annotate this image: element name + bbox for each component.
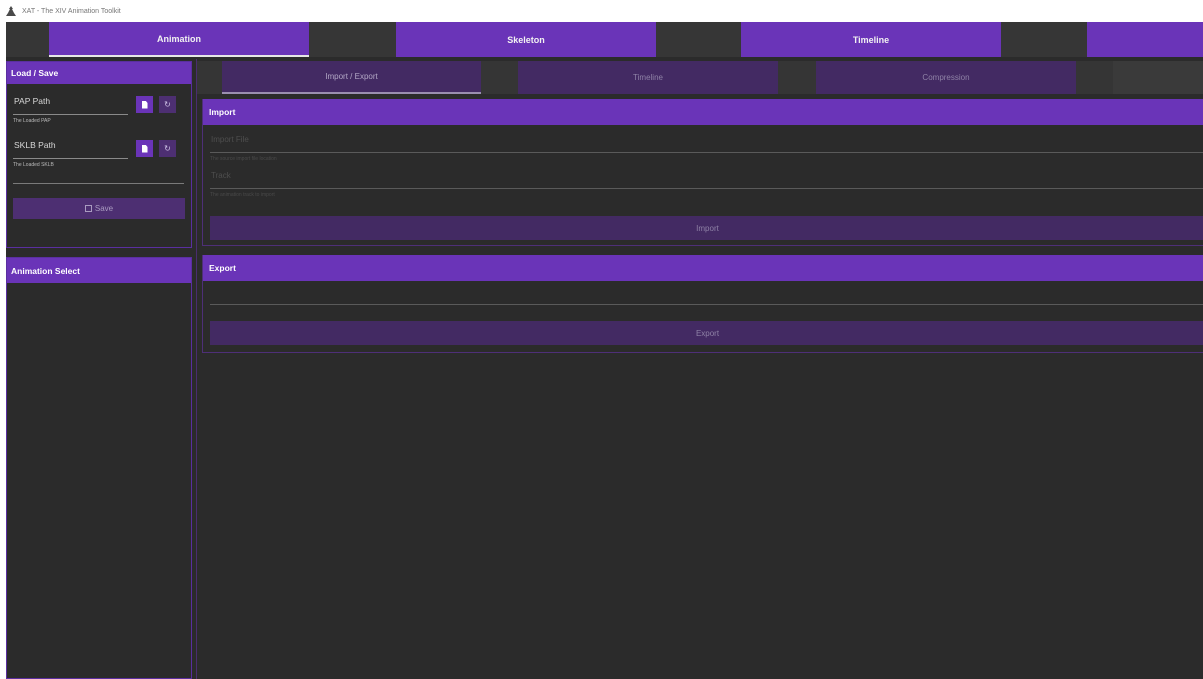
tab-spacer (309, 22, 396, 57)
file-icon (141, 144, 148, 153)
tab-spacer (656, 22, 741, 57)
export-field[interactable] (210, 287, 1203, 307)
sub-tab-overflow (1113, 61, 1203, 94)
import-header: Import (203, 99, 1203, 125)
track-underline (210, 188, 1203, 189)
window-titlebar: XAT - The XIV Animation Toolkit (0, 0, 1203, 22)
main-tab-bar: Animation Skeleton Timeline (6, 22, 1203, 57)
import-file-help: The source import file location (210, 156, 277, 162)
export-header: Export (203, 255, 1203, 281)
subtab-timeline[interactable]: Timeline (518, 61, 778, 94)
save-icon (84, 205, 92, 212)
animation-select-panel: Animation Select (6, 257, 192, 679)
tab-timeline-label: Timeline (852, 34, 890, 45)
pap-path-underline (13, 114, 128, 115)
sub-tab-spacer (197, 61, 222, 94)
sklb-path-input[interactable]: SKLB Path (14, 140, 56, 150)
track-field[interactable]: Track The animation track to import (210, 171, 1203, 201)
sub-tab-spacer (778, 61, 816, 94)
pap-path-input[interactable]: PAP Path (14, 96, 50, 106)
track-input[interactable]: Track (211, 171, 231, 180)
sub-tab-bar: Import / Export Timeline Compression (197, 59, 1203, 96)
sklb-path-underline (13, 158, 128, 159)
tab-spacer (6, 22, 49, 57)
extra-field-underline (13, 183, 184, 184)
pap-open-file-button[interactable] (136, 96, 153, 113)
sub-tab-spacer (1076, 61, 1113, 94)
save-button-label: Save (94, 204, 114, 213)
refresh-icon: ↻ (164, 144, 171, 153)
export-button[interactable]: Export (210, 321, 1203, 345)
export-section: Export Export (202, 255, 1203, 353)
sklb-open-file-button[interactable] (136, 140, 153, 157)
sklb-reset-button[interactable]: ↻ (159, 140, 176, 157)
load-save-panel: Load / Save PAP Path The Loaded PAP ↻ SK… (6, 61, 192, 248)
import-button[interactable]: Import (210, 216, 1203, 240)
subtab-compression[interactable]: Compression (816, 61, 1076, 94)
subtab-compression-label: Compression (922, 73, 970, 82)
pap-path-row: PAP Path The Loaded PAP ↻ (13, 96, 189, 126)
tab-timeline[interactable]: Timeline (741, 22, 1001, 57)
file-icon (141, 100, 148, 109)
import-file-underline (210, 152, 1203, 153)
refresh-icon: ↻ (164, 100, 171, 109)
load-save-header: Load / Save (7, 62, 191, 84)
import-file-input[interactable]: Import File (211, 135, 249, 144)
import-button-label: Import (696, 223, 719, 233)
tab-animation-label: Animation (157, 33, 201, 44)
tab-overflow[interactable] (1087, 22, 1203, 57)
app-icon (6, 6, 16, 16)
window-title: XAT - The XIV Animation Toolkit (22, 7, 121, 15)
animation-select-header: Animation Select (7, 258, 191, 283)
sub-tab-spacer (481, 61, 518, 94)
export-field-underline (210, 304, 1203, 305)
subtab-import-export[interactable]: Import / Export (222, 61, 481, 94)
save-button[interactable]: Save (13, 198, 185, 219)
left-sidebar: Load / Save PAP Path The Loaded PAP ↻ SK… (6, 61, 192, 679)
pap-path-help: The Loaded PAP (13, 118, 51, 124)
import-file-field[interactable]: Import File The source import file locat… (210, 135, 1203, 165)
track-help: The animation track to import (210, 192, 275, 198)
main-content: Import / Export Timeline Compression Imp… (196, 59, 1203, 679)
sklb-path-help: The Loaded SKLB (13, 162, 54, 168)
tab-skeleton[interactable]: Skeleton (396, 22, 656, 57)
sklb-path-row: SKLB Path The Loaded SKLB ↻ (13, 140, 189, 170)
export-button-label: Export (695, 328, 720, 338)
tab-spacer (1001, 22, 1087, 57)
pap-reset-button[interactable]: ↻ (159, 96, 176, 113)
app-window: Animation Skeleton Timeline Load / Save … (6, 22, 1203, 679)
tab-animation[interactable]: Animation (49, 22, 309, 57)
subtab-timeline-label: Timeline (633, 73, 663, 82)
tab-skeleton-label: Skeleton (507, 34, 545, 45)
import-section: Import Import File The source import fil… (202, 99, 1203, 246)
subtab-import-export-label: Import / Export (325, 72, 378, 81)
